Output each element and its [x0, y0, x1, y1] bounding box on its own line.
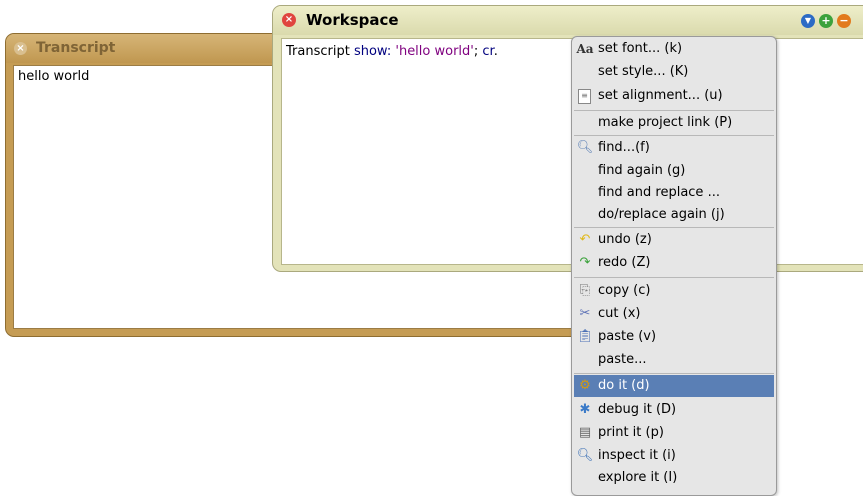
- menu-item-label: set alignment... (u): [598, 88, 723, 103]
- workspace-code[interactable]: Transcript show: 'hello world'; cr.: [286, 44, 498, 59]
- menu-item-label: copy (c): [598, 283, 651, 298]
- code-cascade: ;: [473, 44, 479, 59]
- expand-icon[interactable]: +: [819, 14, 833, 28]
- menu-item-label: inspect it (i): [598, 448, 676, 463]
- code-selector: show:: [353, 44, 392, 59]
- collapse-icon[interactable]: −: [837, 14, 851, 28]
- context-menu: Aa set font... (k) set style... (K) ≡ se…: [571, 36, 777, 496]
- menu-item-find-and-replace[interactable]: find and replace ...: [574, 182, 774, 204]
- menu-item-make-project-link[interactable]: make project link (P): [574, 112, 774, 134]
- code-receiver: Transcript: [286, 44, 350, 59]
- code-string: 'hello world': [395, 44, 474, 59]
- code-period: .: [493, 44, 498, 59]
- printer-icon: ▤: [578, 425, 592, 440]
- menu-item-find-again[interactable]: find again (g): [574, 160, 774, 182]
- scissors-icon: ✂: [579, 306, 591, 321]
- menu-separator: [574, 110, 774, 111]
- menu-item-inspect-it[interactable]: 🔍︎ inspect it (i): [574, 445, 774, 467]
- menu-separator: [574, 227, 774, 228]
- menu-item-label: find again (g): [598, 163, 686, 178]
- clipboard-icon: 📋︎: [576, 329, 594, 344]
- menu-item-do-it[interactable]: ⚙ do it (d): [574, 375, 774, 397]
- window-menu-icon[interactable]: ▼: [801, 14, 815, 28]
- transcript-text: hello world: [18, 69, 90, 84]
- menu-item-debug-it[interactable]: ✱ debug it (D): [574, 399, 774, 421]
- bug-icon: ✱: [579, 402, 591, 417]
- close-icon[interactable]: ×: [14, 42, 27, 55]
- menu-item-paste-more[interactable]: paste...: [574, 349, 774, 371]
- menu-item-redo[interactable]: ↷ redo (Z): [574, 252, 774, 274]
- menu-item-set-style[interactable]: set style... (K): [574, 61, 774, 83]
- redo-icon: ↷: [579, 255, 591, 270]
- menu-item-label: find...(f): [598, 140, 650, 155]
- menu-item-explore-it[interactable]: explore it (I): [574, 467, 774, 489]
- menu-item-print-it[interactable]: ▤ print it (p): [574, 422, 774, 444]
- menu-item-cut[interactable]: ✂ cut (x): [574, 303, 774, 325]
- menu-item-label: debug it (D): [598, 402, 677, 417]
- magnifier-icon: 🔍︎: [576, 448, 594, 463]
- menu-item-label: undo (z): [598, 232, 652, 247]
- transcript-title: Transcript: [36, 40, 116, 56]
- menu-item-do-replace-again[interactable]: do/replace again (j): [574, 204, 774, 226]
- menu-item-undo[interactable]: ↶ undo (z): [574, 229, 774, 251]
- menu-item-label: print it (p): [598, 425, 664, 440]
- menu-item-label: make project link (P): [598, 115, 733, 130]
- menu-item-label: set style... (K): [598, 64, 689, 79]
- menu-separator: [574, 135, 774, 136]
- menu-item-label: cut (x): [598, 306, 641, 321]
- menu-item-find[interactable]: 🔍︎ find...(f): [574, 137, 774, 159]
- menu-item-set-alignment[interactable]: ≡ set alignment... (u): [574, 85, 774, 107]
- menu-separator: [574, 373, 774, 374]
- undo-icon: ↶: [579, 232, 591, 247]
- menu-item-label: paste...: [598, 352, 647, 367]
- code-cr: cr: [482, 44, 494, 59]
- document-icon: ≡: [578, 89, 591, 104]
- menu-item-label: paste (v): [598, 329, 657, 344]
- menu-item-label: do it (d): [598, 378, 650, 393]
- menu-item-label: do/replace again (j): [598, 207, 725, 222]
- font-icon: Aa: [576, 42, 594, 56]
- menu-item-label: find and replace ...: [598, 185, 720, 200]
- menu-item-label: set font... (k): [598, 41, 683, 56]
- menu-item-label: redo (Z): [598, 255, 651, 270]
- menu-item-set-font[interactable]: Aa set font... (k): [574, 38, 774, 60]
- find-icon: 🔍︎: [576, 140, 594, 155]
- menu-item-label: explore it (I): [598, 470, 678, 485]
- menu-item-paste[interactable]: 📋︎ paste (v): [574, 326, 774, 348]
- workspace-title: Workspace: [306, 11, 399, 29]
- menu-separator: [574, 277, 774, 278]
- copy-icon: ⎘: [579, 283, 591, 298]
- workspace-titlebar[interactable]: × Workspace ▼ + −: [273, 6, 863, 35]
- menu-item-copy[interactable]: ⎘ copy (c): [574, 280, 774, 302]
- close-icon[interactable]: ×: [282, 13, 296, 27]
- gear-icon: ⚙: [579, 378, 591, 393]
